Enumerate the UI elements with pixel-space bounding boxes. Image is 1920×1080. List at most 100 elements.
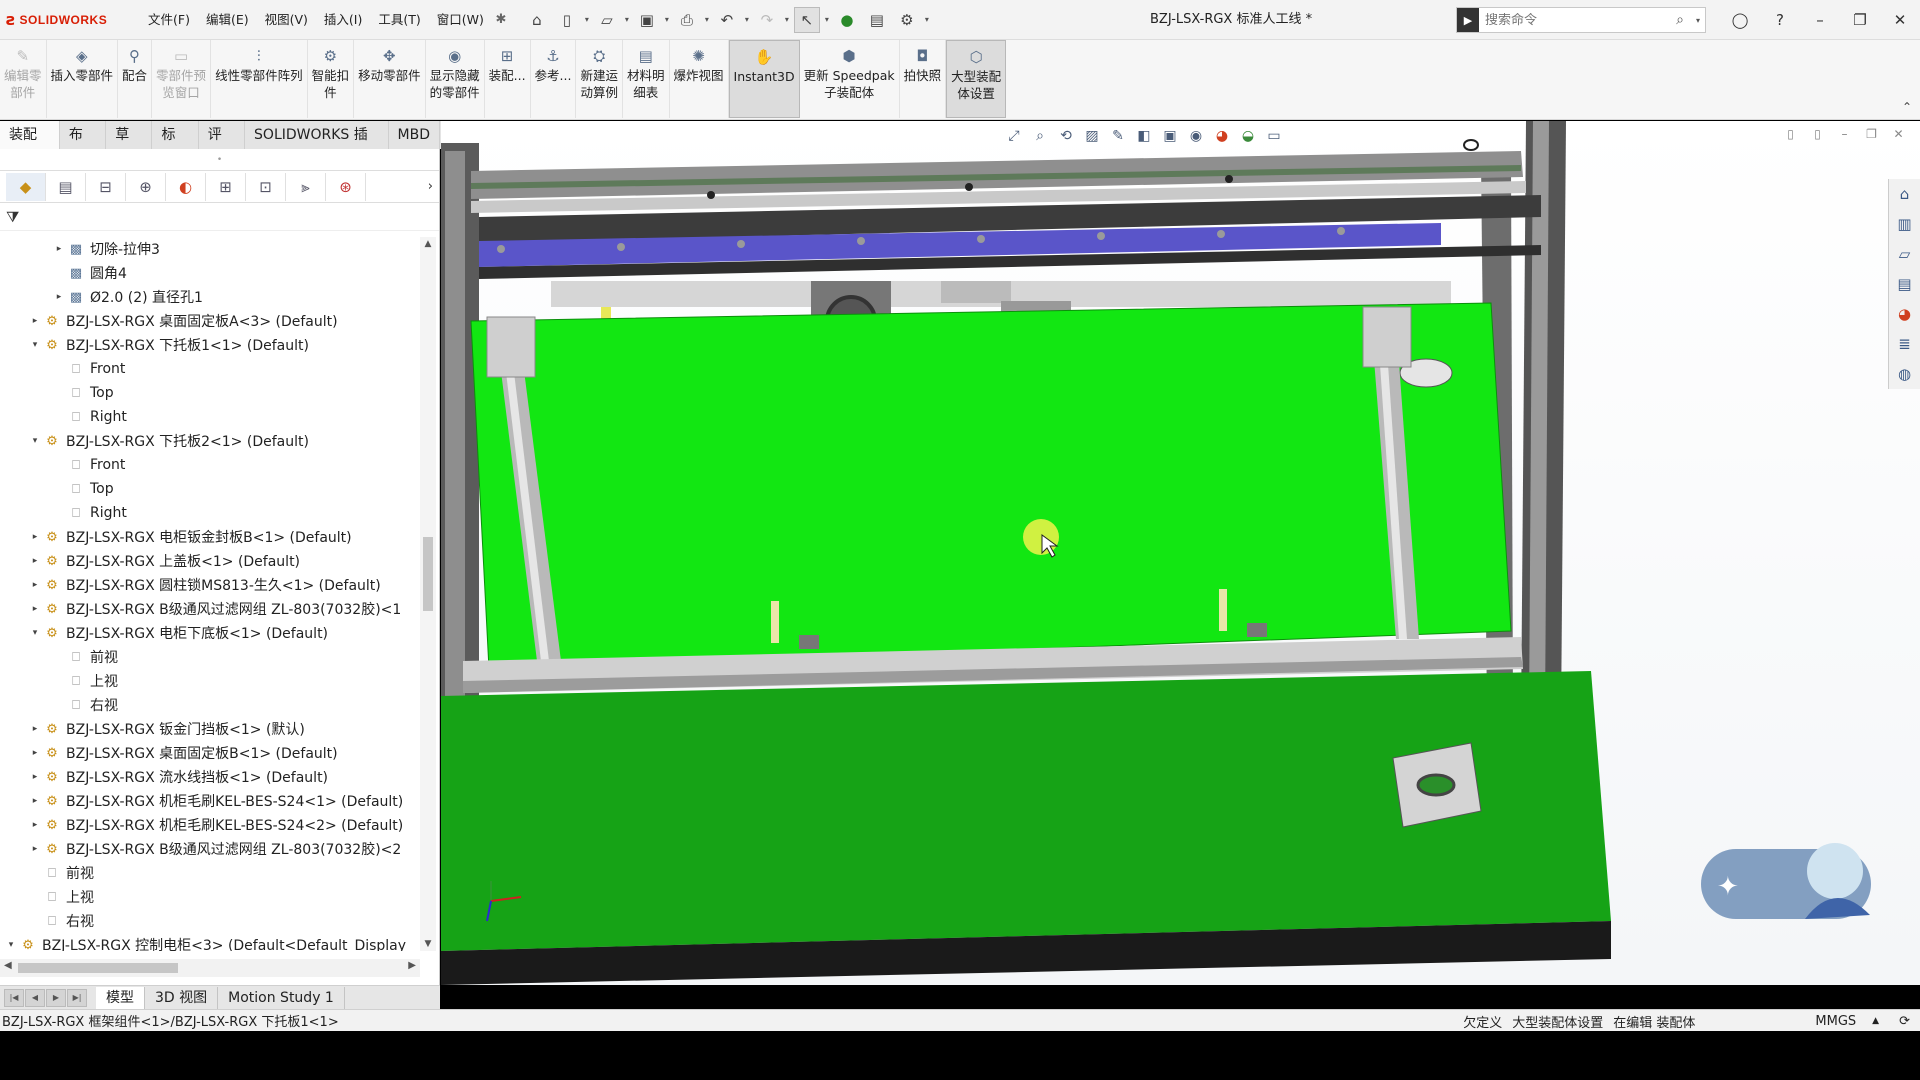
tree-node[interactable]: ⎕ Right xyxy=(0,405,420,429)
search-box[interactable]: ▶ ⌕ ▾ xyxy=(1456,7,1706,33)
tab-4[interactable]: 评估 xyxy=(198,121,246,171)
redo-icon[interactable]: ↷ xyxy=(754,7,780,33)
solidworks-logo[interactable]: ƨ SOLIDWORKS xyxy=(0,0,140,40)
dynamic-annotation-icon[interactable]: ✎ xyxy=(1105,128,1131,144)
tree-node[interactable]: ▸ ⚙ BZJ-LSX-RGX 钣金门挡板<1> (默认) xyxy=(0,717,420,741)
tree-node[interactable]: ▸ ⚙ BZJ-LSX-RGX 上盖板<1> (Default) xyxy=(0,549,420,573)
restore-icon[interactable]: ❐ xyxy=(1858,127,1885,141)
tree-node[interactable]: ▸ ▩ 切除-拉伸3 xyxy=(0,237,420,261)
collapse-ribbon-icon[interactable]: ⌃ xyxy=(1902,100,1912,114)
tree-node[interactable]: ⎕ 前视 xyxy=(0,861,420,885)
command-0[interactable]: ✎ 编辑零 部件 xyxy=(0,40,47,118)
graphics-viewport[interactable]: ⤢ ⌕ ⟲ ▨ ✎ ◧ ▣ ◉ ◕ ◒ ▭ ▯ ▯ – ❐ ✕ ⌂ ▥ ▱ ▤ … xyxy=(441,121,1920,985)
command-3[interactable]: ▭ 零部件预 览窗口 xyxy=(152,40,212,118)
rebuild-icon[interactable]: ⟳ xyxy=(1899,1014,1910,1029)
command-4[interactable]: ⫶ 线性零部件阵列 xyxy=(211,40,308,118)
tab-5[interactable]: SOLIDWORKS 插件 xyxy=(245,121,389,171)
expand-right-icon[interactable]: ▸ xyxy=(28,604,42,614)
display-manager-tab-icon[interactable]: ◐ xyxy=(166,172,206,201)
view-settings-icon[interactable]: ▭ xyxy=(1261,128,1287,144)
new-document-icon[interactable]: ▯ xyxy=(554,7,580,33)
tree-node[interactable]: ▸ ⚙ BZJ-LSX-RGX 机柜毛刷KEL-BES-S24<1> (Defaul… xyxy=(0,789,420,813)
tab-2[interactable]: 草图 xyxy=(106,121,153,171)
scroll-right-icon[interactable]: ▶ xyxy=(408,960,416,971)
section-view-icon[interactable]: ▨ xyxy=(1079,128,1105,144)
expand-right-icon[interactable]: ▸ xyxy=(28,772,42,782)
save-icon[interactable]: ▣ xyxy=(634,7,660,33)
help-icon[interactable]: ? xyxy=(1760,0,1800,40)
expand-down-icon[interactable]: ▾ xyxy=(4,940,18,950)
menu-item-3[interactable]: 插入(I) xyxy=(316,0,370,40)
chevron-down-icon[interactable]: ▾ xyxy=(922,15,932,24)
cam-feature-tab-icon[interactable]: ⊞ xyxy=(206,172,246,201)
command-5[interactable]: ⚙ 智能扣 件 xyxy=(308,40,355,118)
tree-node[interactable]: ▸ ⚙ BZJ-LSX-RGX 桌面固定板A<3> (Default) xyxy=(0,309,420,333)
previous-view-icon[interactable]: ⟲ xyxy=(1053,128,1079,144)
zoom-to-area-icon[interactable]: ⌕ xyxy=(1027,128,1053,144)
minimize-icon[interactable]: – xyxy=(1831,127,1858,141)
tab-0[interactable]: 装配体 xyxy=(0,121,60,171)
dimxpert-tab-icon[interactable]: ⊕ xyxy=(126,172,166,201)
solidworks-resources-icon[interactable]: ⌂ xyxy=(1889,179,1920,209)
tree-node[interactable]: ▸ ⚙ BZJ-LSX-RGX 机柜毛刷KEL-BES-S24<2> (Defaul… xyxy=(0,813,420,837)
last-tab-icon[interactable]: ▶| xyxy=(67,988,87,1007)
close-icon[interactable]: ✕ xyxy=(1885,127,1912,141)
tree-node[interactable]: ⎕ 上视 xyxy=(0,885,420,909)
scroll-thumb[interactable] xyxy=(18,963,178,973)
design-library-icon[interactable]: ▥ xyxy=(1889,209,1920,239)
hide-show-items-icon[interactable]: ◉ xyxy=(1183,128,1209,144)
view-palette-icon[interactable]: ▤ xyxy=(1889,269,1920,299)
user-account-icon[interactable]: ◯ xyxy=(1720,0,1760,40)
undo-icon[interactable]: ↶ xyxy=(714,7,740,33)
tree-node[interactable]: ▾ ⚙ BZJ-LSX-RGX 控制电柜<3> (Default<Default_D… xyxy=(0,933,420,952)
tree-node[interactable]: ⎕ Right xyxy=(0,501,420,525)
chevron-down-icon[interactable]: ▾ xyxy=(622,15,632,24)
expand-right-icon[interactable]: ▸ xyxy=(28,316,42,326)
expand-right-icon[interactable]: ▸ xyxy=(28,748,42,758)
tree-vertical-scrollbar[interactable]: ▲ ▼ xyxy=(420,237,436,951)
expand-right-icon[interactable]: ▸ xyxy=(52,292,66,302)
command-12[interactable]: ✺ 爆炸视图 xyxy=(670,40,729,118)
expand-right-icon[interactable]: ▸ xyxy=(28,580,42,590)
cam-tool-tab-icon[interactable]: ⫸ xyxy=(286,172,326,201)
bottom-tab-2[interactable]: Motion Study 1 xyxy=(218,986,345,1009)
unit-system[interactable]: MMGS xyxy=(1815,1014,1856,1029)
bottom-tab-0[interactable]: 模型 xyxy=(96,986,145,1009)
scroll-down-icon[interactable]: ▼ xyxy=(420,939,436,949)
scroll-thumb[interactable] xyxy=(423,537,433,611)
expand-right-icon[interactable]: ▸ xyxy=(28,844,42,854)
view-orientation-icon[interactable]: ◧ xyxy=(1131,128,1157,144)
menu-item-4[interactable]: 工具(T) xyxy=(370,0,428,40)
scroll-left-icon[interactable]: ◀ xyxy=(4,960,12,971)
tree-node[interactable]: ⎕ 右视 xyxy=(0,693,420,717)
tile-right-icon[interactable]: ▯ xyxy=(1804,127,1831,141)
select-cursor-icon[interactable]: ↖ xyxy=(793,6,820,33)
command-8[interactable]: ⊞ 装配... xyxy=(485,40,531,118)
tab-6[interactable]: MBD xyxy=(388,121,440,149)
restore-icon[interactable]: ❐ xyxy=(1840,0,1880,40)
tree-node[interactable]: ⎕ Front xyxy=(0,453,420,477)
appearances-icon[interactable]: ◕ xyxy=(1889,299,1920,329)
command-9[interactable]: ⚓ 参考... xyxy=(531,40,577,118)
scroll-up-icon[interactable]: ▲ xyxy=(420,239,436,249)
chevron-down-icon[interactable]: ▾ xyxy=(822,15,832,24)
command-11[interactable]: ▤ 材料明 细表 xyxy=(623,40,670,118)
tree-node[interactable]: ⎕ 右视 xyxy=(0,909,420,933)
expand-right-icon[interactable]: ▸ xyxy=(28,532,42,542)
forum-icon[interactable]: ◍ xyxy=(1889,359,1920,389)
file-explorer-icon[interactable]: ▱ xyxy=(1889,239,1920,269)
tree-node[interactable]: ▸ ⚙ BZJ-LSX-RGX B级通风过滤网组 ZL-803(7032胶)<1 xyxy=(0,597,420,621)
custom-properties-icon[interactable]: ≣ xyxy=(1889,329,1920,359)
pin-icon[interactable]: ✱ xyxy=(492,12,510,27)
tree-node[interactable]: ⎕ Top xyxy=(0,477,420,501)
tree-node[interactable]: ⎕ Front xyxy=(0,357,420,381)
search-icon[interactable]: ⌕ xyxy=(1669,12,1691,28)
display-style-icon[interactable]: ▣ xyxy=(1157,128,1183,144)
command-16[interactable]: ⬡ 大型装配 体设置 xyxy=(946,40,1007,118)
menu-item-2[interactable]: 视图(V) xyxy=(257,0,316,40)
filter-icon[interactable]: ⧩ xyxy=(0,203,439,231)
minimize-icon[interactable]: – xyxy=(1800,0,1840,40)
command-1[interactable]: ◈ 插入零部件 xyxy=(47,40,119,118)
tree-node[interactable]: ▩ 圆角4 xyxy=(0,261,420,285)
panel-splitter[interactable]: • xyxy=(0,149,439,171)
